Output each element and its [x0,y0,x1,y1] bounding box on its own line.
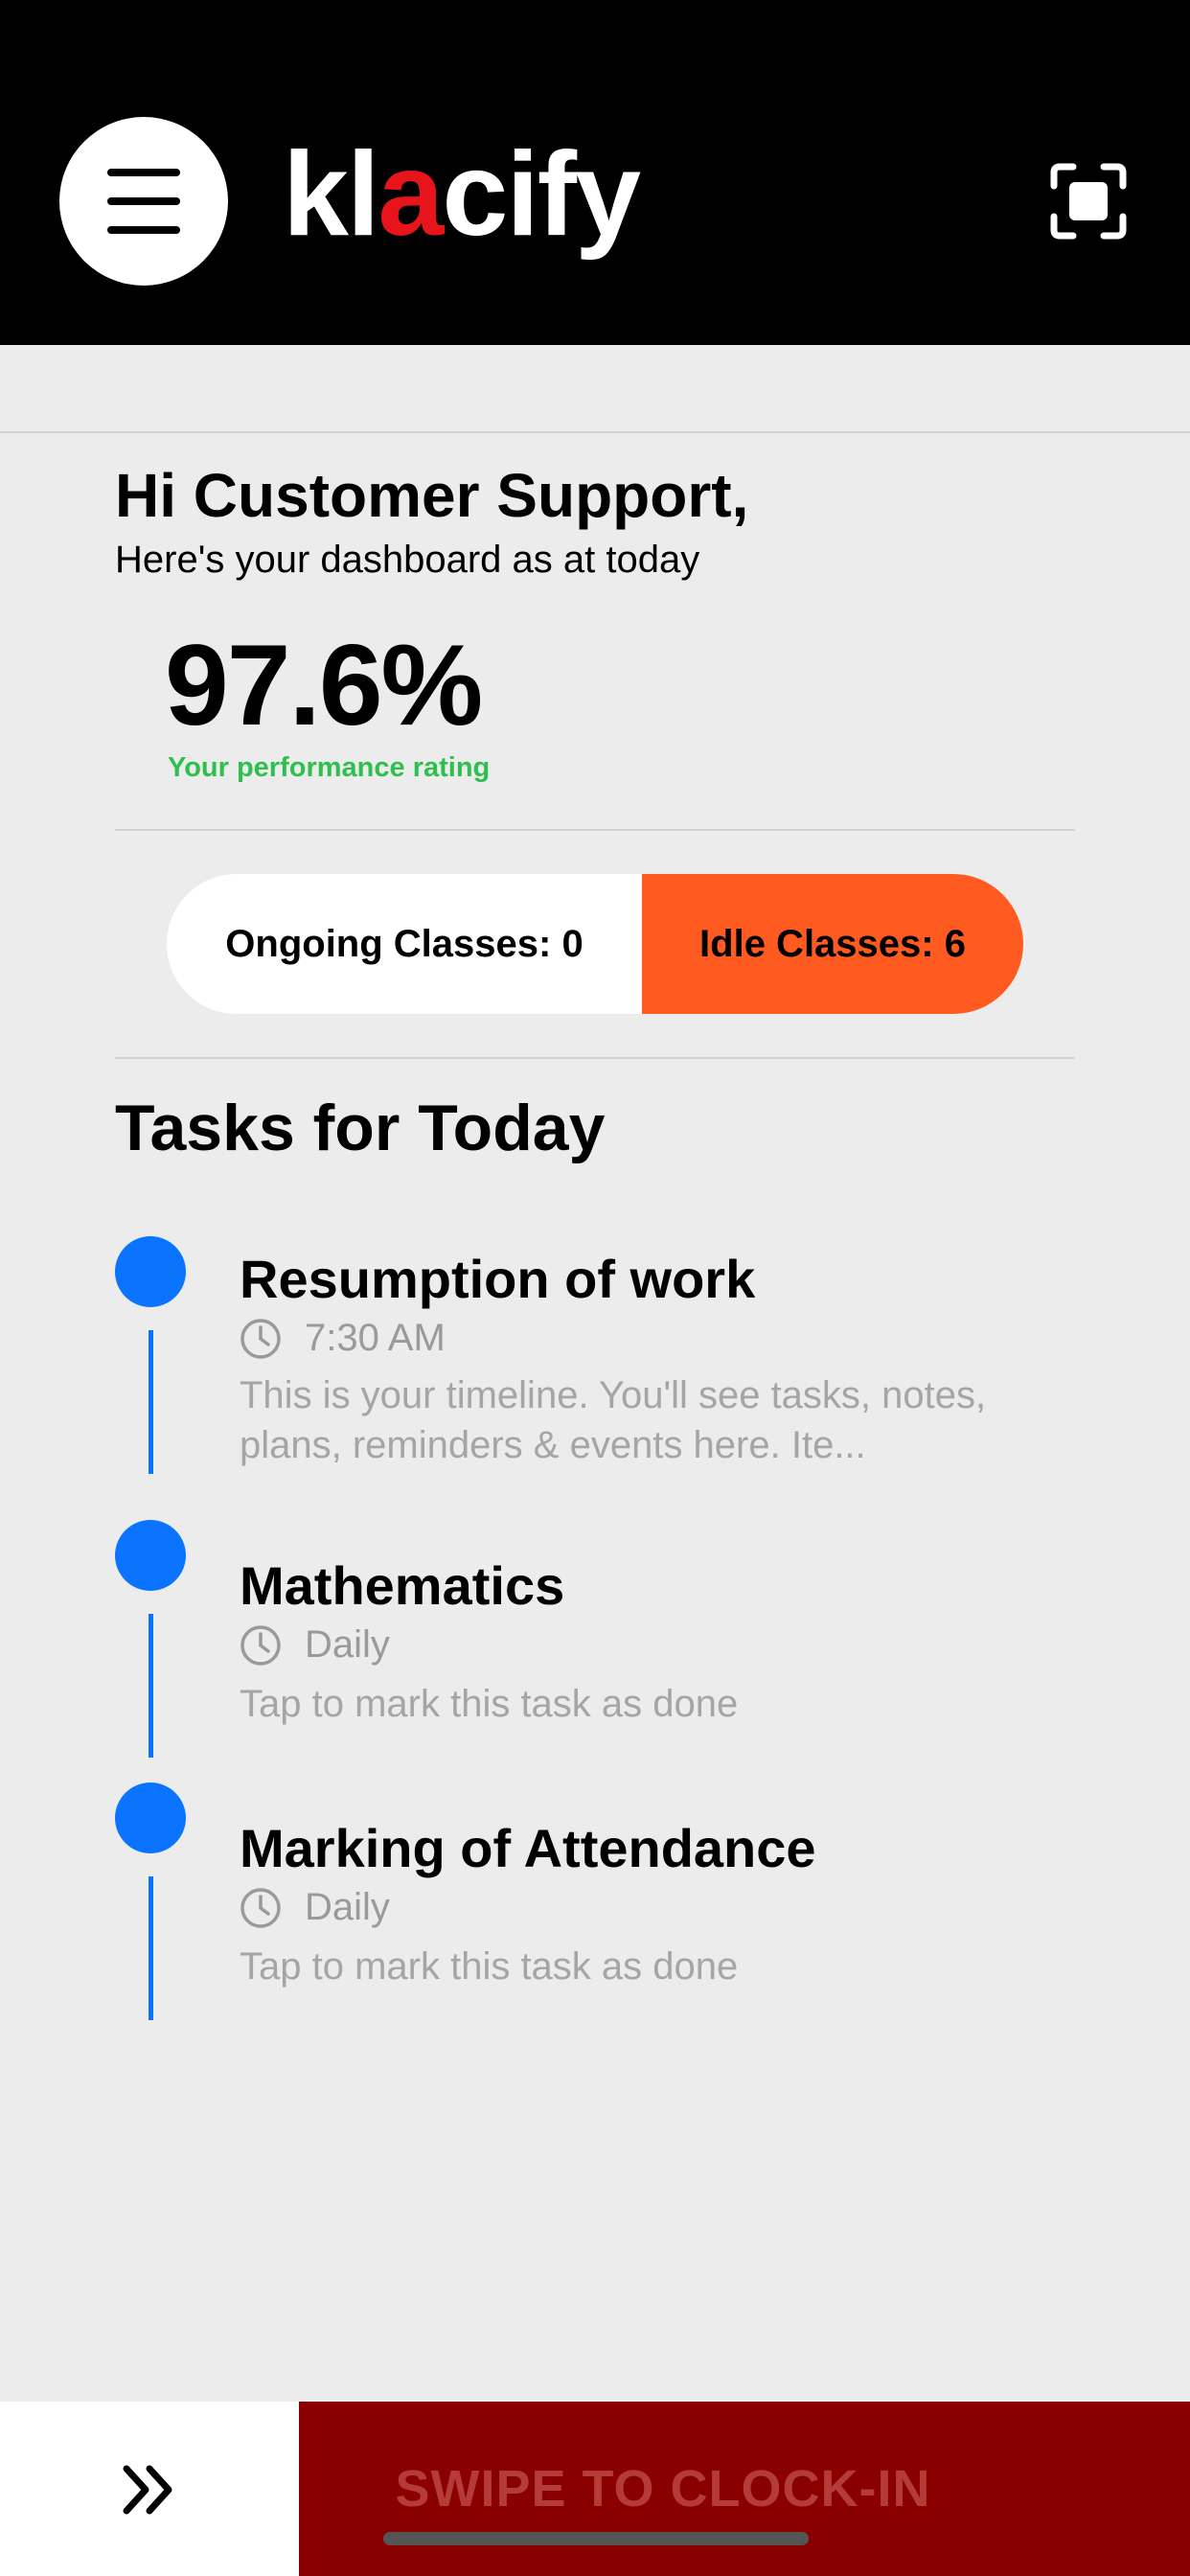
timeline-dot [115,1236,186,1307]
ongoing-classes-tab[interactable]: Ongoing Classes: 0 [167,874,642,1014]
task-description: This is your timeline. You'll see tasks,… [240,1374,987,1466]
swipe-to-clock-in-label: SWIPE TO CLOCK-IN [395,2460,931,2518]
clock-icon [240,1887,281,1928]
clock-icon [240,1624,281,1666]
timeline-dot [115,1782,186,1853]
task-time: Daily [240,1886,390,1929]
menu-button[interactable] [59,117,228,286]
greeting-subtitle: Here's your dashboard as at today [115,539,700,581]
task-description: Tap to mark this task as done [240,1945,739,1988]
task-time: Daily [240,1623,390,1667]
timeline-dot [115,1520,186,1591]
task-title: Marking of Attendance [240,1818,816,1878]
task-title: Resumption of work [240,1249,756,1309]
home-indicator [383,2532,809,2545]
greeting-title: Hi Customer Support, [115,461,749,530]
app-logo: klacify [283,128,641,261]
task-time-label: Daily [305,1623,390,1666]
class-status-toggle: Ongoing Classes: 0 Idle Classes: 6 [167,874,1023,1014]
task-time-label: 7:30 AM [305,1317,446,1359]
double-chevron-right-icon [123,2465,172,2515]
swipe-handle[interactable] [0,2402,299,2576]
clock-icon [240,1318,281,1359]
tasks-heading: Tasks for Today [115,1092,606,1164]
performance-rating-value: 97.6% [165,621,483,749]
timeline-line [149,1876,153,2020]
header-divider [0,431,1190,433]
swipe-to-clock-in-track[interactable]: SWIPE TO CLOCK-IN [299,2402,1190,2576]
performance-rating-label: Your performance rating [168,752,491,783]
divider [115,1057,1075,1059]
task-time: 7:30 AM [240,1317,446,1360]
timeline-line [149,1614,153,1758]
scan-button[interactable] [1050,163,1127,240]
task-description: Tap to mark this task as done [240,1683,739,1725]
dashboard-screen: klacify Hi Customer Support, Here's your… [0,0,1190,2576]
hamburger-icon [107,169,180,234]
scan-frame-icon [1050,163,1127,240]
idle-classes-tab[interactable]: Idle Classes: 6 [642,874,1023,1014]
task-title: Mathematics [240,1555,565,1616]
app-header: klacify [0,0,1190,345]
timeline-line [149,1330,153,1474]
task-time-label: Daily [305,1886,390,1928]
divider [115,829,1075,831]
